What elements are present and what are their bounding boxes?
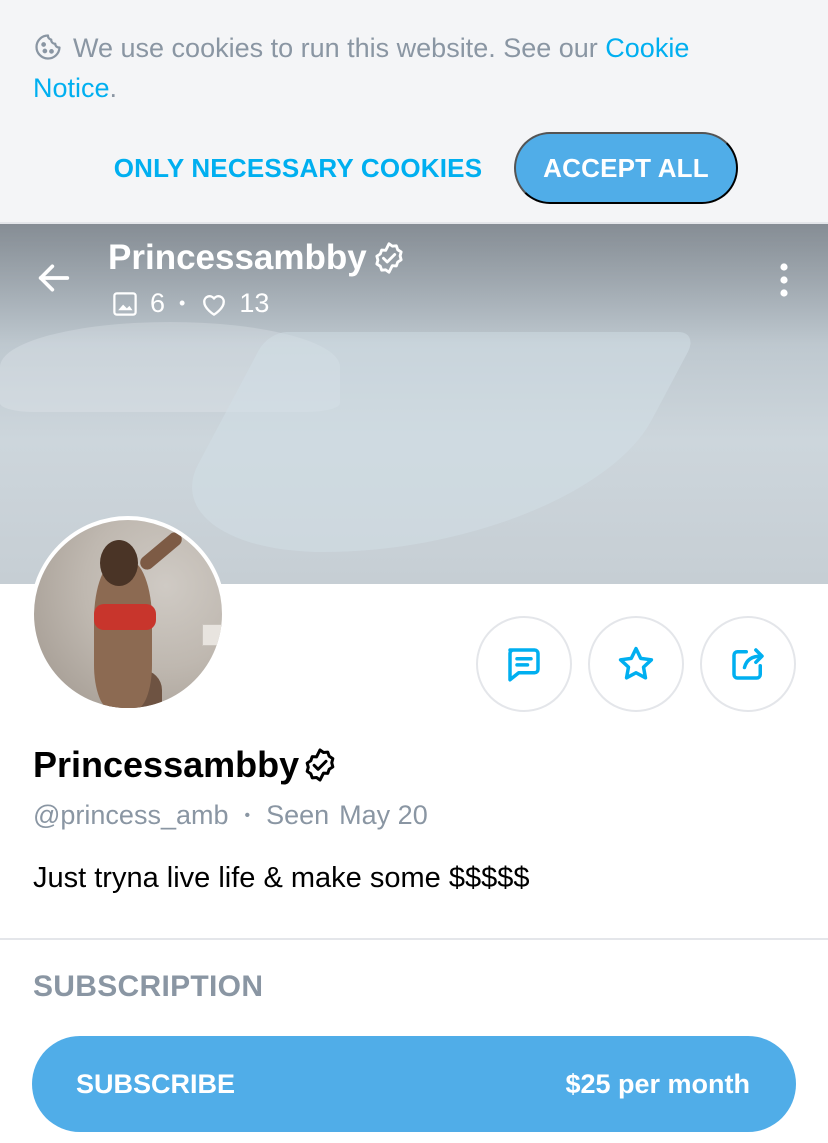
subscribe-button[interactable]: SUBSCRIBE $25 per month — [32, 1036, 796, 1132]
last-seen-date: May 20 — [339, 800, 428, 830]
section-divider — [0, 938, 828, 940]
accept-all-button[interactable]: ACCEPT ALL — [514, 132, 738, 204]
share-icon — [732, 648, 764, 680]
heart-icon — [203, 294, 226, 316]
avatar-background-detail — [202, 624, 222, 646]
cookie-text-end: . — [109, 73, 118, 103]
image-icon — [113, 291, 137, 316]
cookie-notice-text: We use cookies to run this website. See … — [33, 28, 773, 108]
header-stats: 6 • 13 — [110, 288, 269, 319]
message-button[interactable] — [476, 616, 572, 712]
subscription-price: $25 per month — [565, 1068, 750, 1099]
only-necessary-cookies-button[interactable]: ONLY NECESSARY COOKIES — [110, 134, 486, 202]
cookie-text: We use cookies to run this website. See … — [73, 33, 598, 63]
subscribe-label: SUBSCRIBE — [76, 1068, 236, 1099]
media-count: 6 — [150, 288, 166, 318]
subscription-heading: SUBSCRIPTION — [33, 970, 264, 1003]
profile-bio: Just tryna live life & make some $$$$$ — [33, 862, 530, 894]
profile-name-text: Princessambby — [33, 744, 300, 785]
separator-dot: • — [179, 293, 186, 313]
separator-dot: • — [244, 806, 251, 824]
more-options-icon[interactable] — [776, 262, 792, 298]
verified-badge-icon — [305, 748, 335, 782]
avatar-figure — [100, 540, 138, 586]
header-name-text: Princessambby — [108, 238, 367, 277]
profile-name: Princessambby — [33, 744, 339, 786]
cookie-icon — [35, 34, 61, 60]
likes-count: 13 — [239, 288, 270, 318]
add-to-favorites-button[interactable] — [588, 616, 684, 712]
avatar[interactable] — [30, 516, 226, 712]
verified-badge-icon — [375, 242, 403, 274]
share-button[interactable] — [700, 616, 796, 712]
star-icon — [618, 646, 654, 680]
profile-meta: @princess_amb • Seen May 20 — [33, 800, 428, 831]
avatar-figure — [94, 604, 156, 630]
cookie-banner: We use cookies to run this website. See … — [0, 0, 828, 224]
message-icon — [508, 648, 540, 682]
back-arrow-icon[interactable] — [34, 258, 74, 298]
header-profile-name: Princessambby — [108, 238, 407, 278]
avatar-figure — [137, 529, 185, 573]
username: @princess_amb — [33, 800, 229, 830]
seen-label: Seen — [266, 800, 330, 830]
